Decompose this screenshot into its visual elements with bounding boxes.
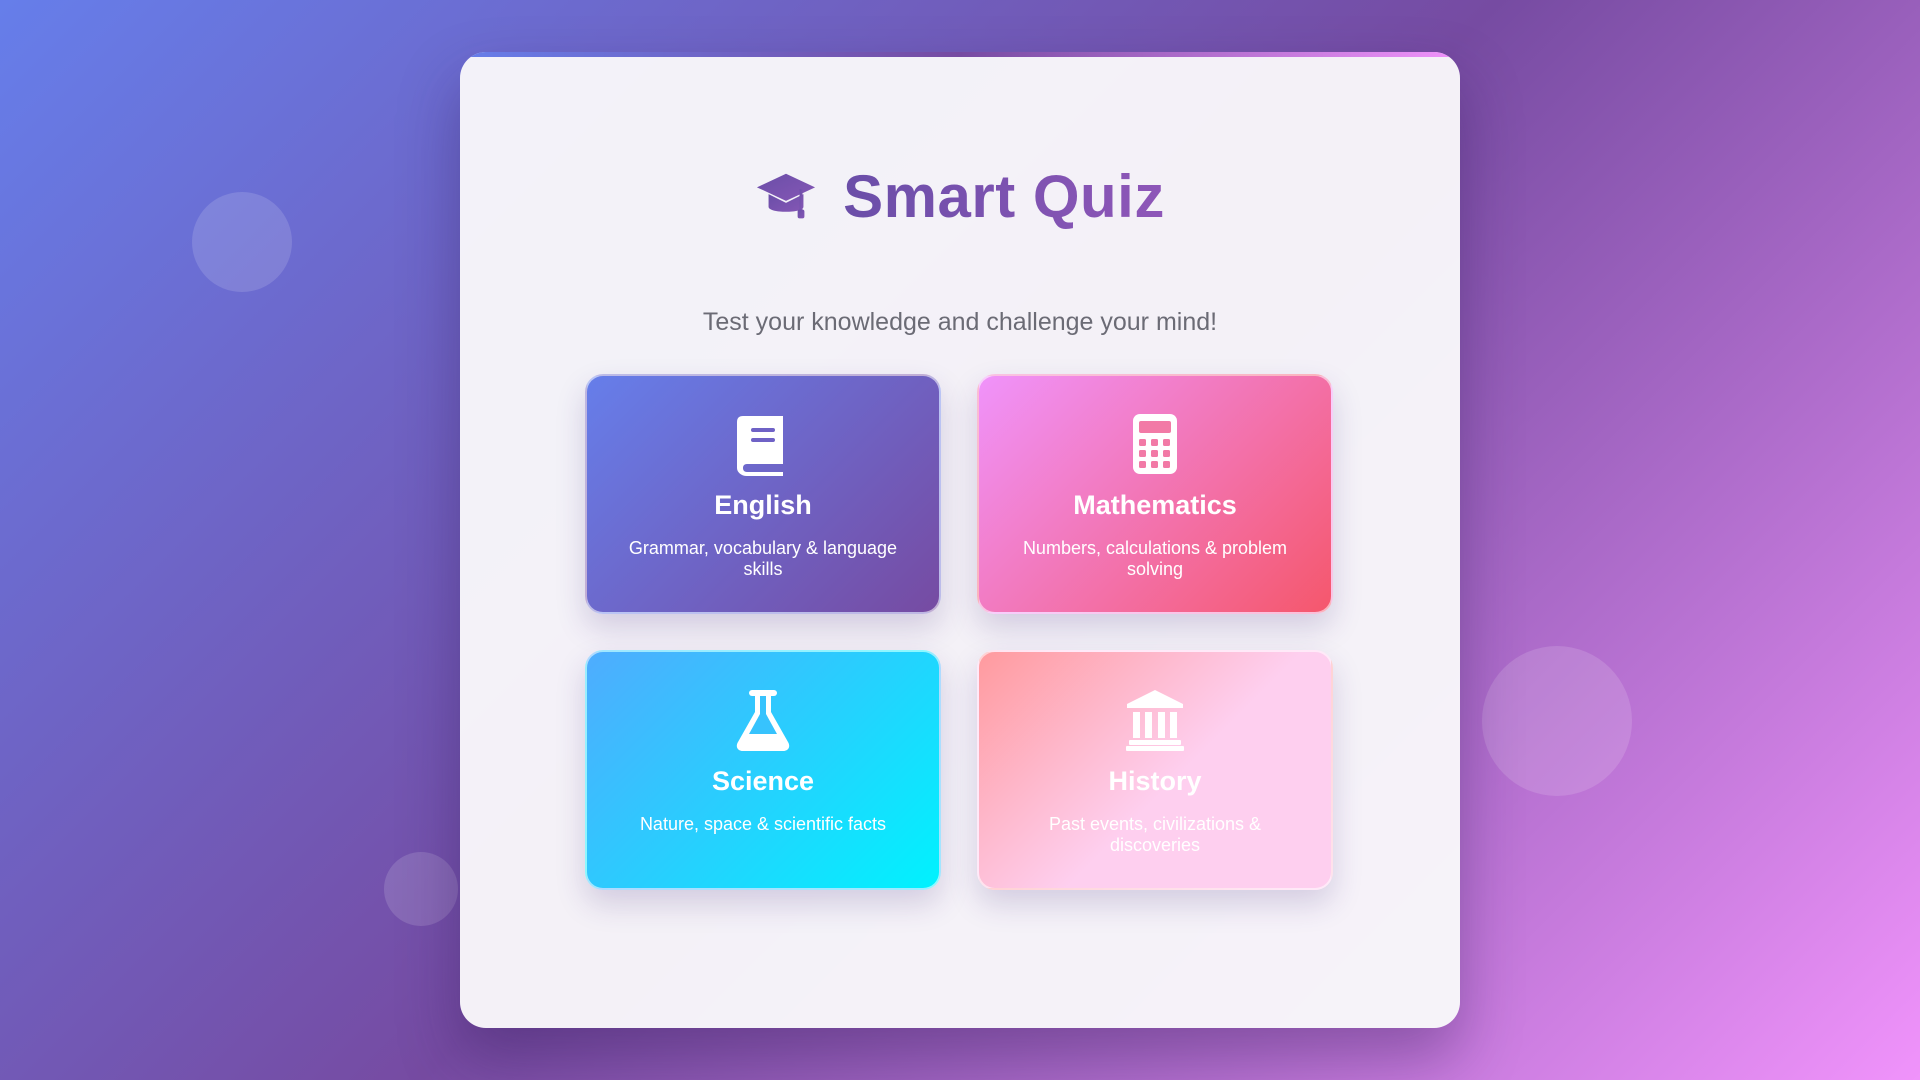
subject-name: Mathematics bbox=[1073, 490, 1237, 520]
subject-description: Numbers, calculations & problem solving bbox=[1022, 538, 1288, 579]
subject-name: Science bbox=[711, 766, 815, 796]
quiz-card: Smart Quiz Test your knowledge and chall… bbox=[460, 52, 1460, 1028]
header: Smart Quiz bbox=[460, 162, 1460, 231]
calculator-icon bbox=[1125, 412, 1185, 476]
subject-name: History bbox=[1108, 766, 1202, 796]
landmark-icon bbox=[1125, 688, 1185, 752]
subject-card-english[interactable]: English Grammar, vocabulary & language s… bbox=[585, 374, 941, 614]
subject-card-history[interactable]: History Past events, civilizations & dis… bbox=[977, 650, 1333, 890]
decorative-bubble bbox=[384, 852, 458, 926]
book-icon bbox=[733, 412, 793, 476]
page-title: Smart Quiz bbox=[843, 163, 1165, 230]
card-accent-bar bbox=[460, 52, 1460, 57]
subject-grid: English Grammar, vocabulary & language s… bbox=[585, 374, 1335, 892]
subject-description: Past events, civilizations & discoveries bbox=[1048, 814, 1262, 855]
subject-card-mathematics[interactable]: Mathematics Numbers, calculations & prob… bbox=[977, 374, 1333, 614]
flask-icon bbox=[733, 688, 793, 752]
page-subtitle: Test your knowledge and challenge your m… bbox=[702, 308, 1218, 336]
subject-card-science[interactable]: Science Nature, space & scientific facts bbox=[585, 650, 941, 890]
graduation-cap-icon bbox=[755, 166, 817, 228]
subject-name: English bbox=[714, 490, 812, 520]
decorative-bubble bbox=[1482, 646, 1632, 796]
subject-description: Nature, space & scientific facts bbox=[639, 814, 887, 834]
decorative-bubble bbox=[192, 192, 292, 292]
subject-description: Grammar, vocabulary & language skills bbox=[628, 538, 898, 579]
